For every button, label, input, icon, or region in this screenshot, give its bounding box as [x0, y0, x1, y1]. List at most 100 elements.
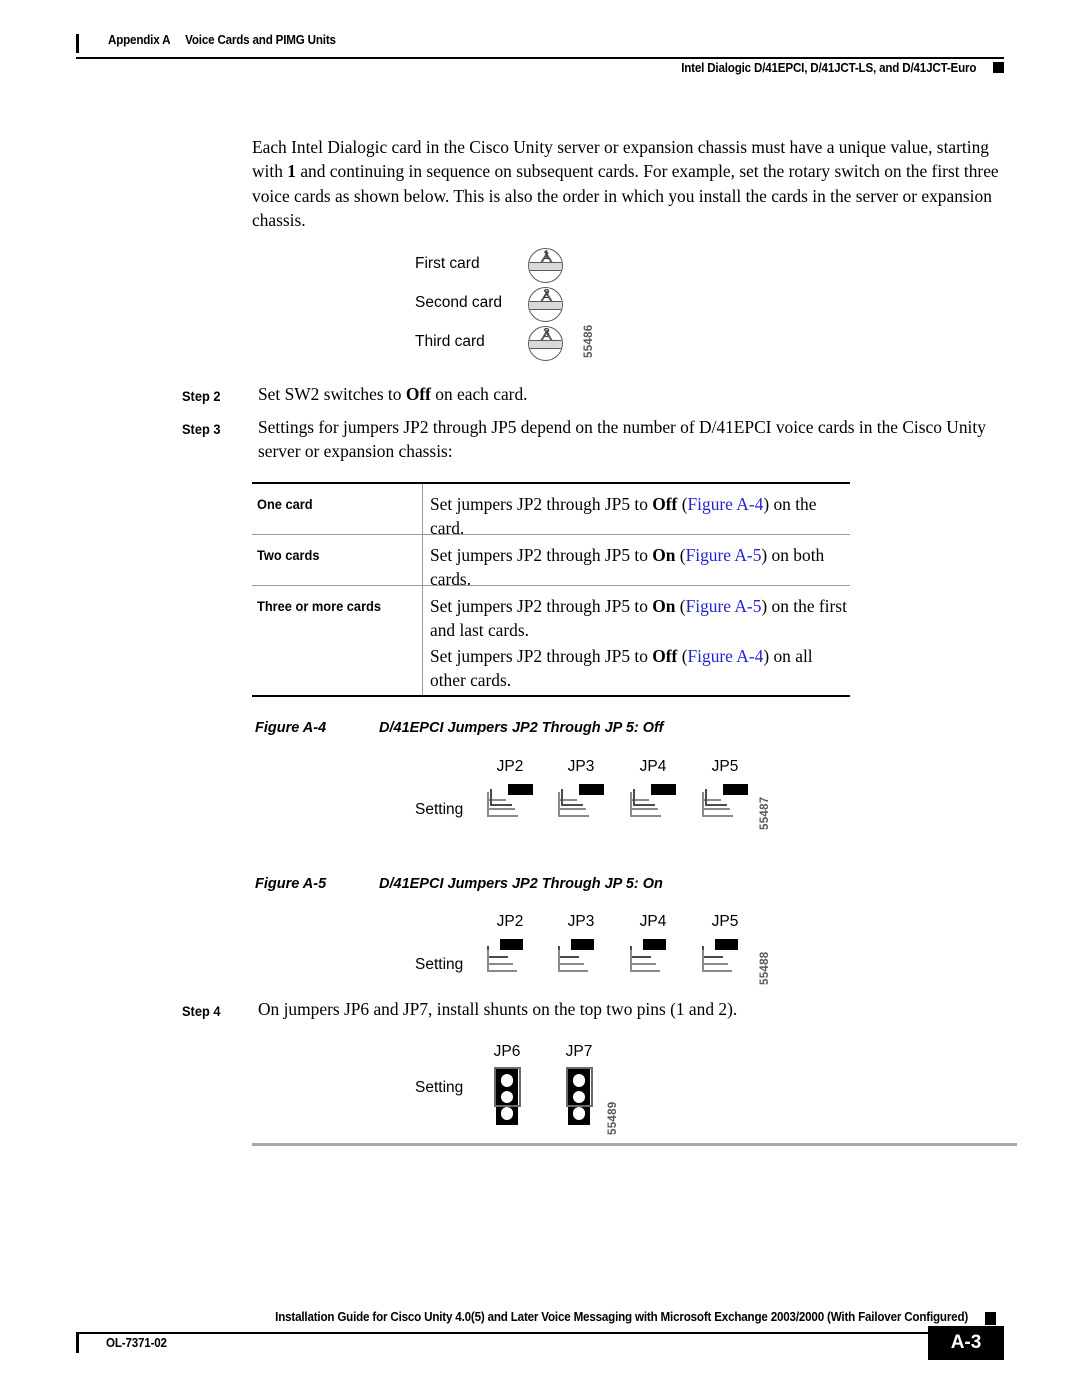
footer-document-id: OL-7371-02 [106, 1336, 167, 1350]
page-header: Appendix A Voice Cards and PIMG Units Int… [76, 33, 1004, 83]
table-row-term: Three or more cards [257, 599, 382, 614]
rotary-label-first: First card [415, 255, 480, 272]
table-row-term: One card [257, 497, 313, 512]
desc-bold: Off [652, 494, 678, 514]
pin-3-icon [572, 1107, 586, 1120]
rotary-digit-third: 3 [543, 326, 550, 340]
step-3-number: Step 3 [182, 422, 221, 437]
table-row: Two cards Set jumpers JP2 through JP5 to… [252, 535, 850, 589]
footer-rule [76, 1332, 1004, 1334]
rotary-band-icon [529, 301, 562, 310]
desc-pre: Set jumpers JP2 through JP5 to [430, 494, 653, 514]
footer-page-number: A-3 [928, 1326, 1004, 1360]
figure-a5-graphic: Setting JP2 JP3 JP4 JP5 55488 [415, 913, 795, 993]
jumper-label-jp2: JP2 [496, 758, 524, 775]
rotary-dial-icon: 3 [528, 326, 563, 361]
rotary-dial-icon: 2 [528, 287, 563, 322]
desc-bold: Off [652, 646, 678, 666]
figure-a5-title: D/41EPCI Jumpers JP2 Through JP 5: On [379, 876, 663, 892]
footer-square-marker [985, 1312, 996, 1325]
desc-bold: On [652, 596, 676, 616]
rotary-row-second: Second card 2 [415, 287, 615, 325]
desc-mid: ( [675, 545, 686, 565]
step-4-body: On jumpers JP6 and JP7, install shunts o… [258, 999, 738, 1019]
desc-mid: ( [677, 494, 688, 514]
jumper-label-jp4: JP4 [639, 758, 667, 775]
jumper-label-jp5: JP5 [711, 758, 739, 775]
step-2-text-2: on each card. [430, 384, 528, 404]
jumper-glyph-on-icon [702, 939, 748, 975]
jumper-label-jp3: JP3 [567, 913, 595, 930]
jumper-glyph-off-icon [487, 784, 533, 820]
content-bottom-rule [252, 1143, 1017, 1146]
rotary-switch-second: 2 [528, 287, 567, 325]
rotary-switch-first: 1 [528, 248, 567, 286]
rotary-label-third: Third card [415, 333, 485, 350]
header-section-label: Voice Cards and PIMG Units [185, 33, 336, 47]
figure-cross-reference-link[interactable]: Figure A-4 [688, 494, 764, 514]
rotary-label-second: Second card [415, 294, 503, 311]
rotary-dial-icon: 1 [528, 248, 563, 283]
jumper-label-jp6: JP6 [493, 1043, 521, 1060]
step-2-bold: Off [405, 384, 431, 404]
intro-text-2: and continuing in sequence on subsequent… [252, 161, 999, 231]
jumper-label-jp4: JP4 [639, 913, 667, 930]
rotary-band-icon [529, 340, 562, 349]
header-square-marker [993, 62, 1004, 73]
header-appendix-label: Appendix A [108, 33, 171, 47]
jumper-glyph-on-icon [487, 939, 533, 975]
table-bottom-rule [252, 695, 850, 698]
jumper-glyph-on-icon [630, 939, 676, 975]
figure-cross-reference-link[interactable]: Figure A-5 [686, 545, 762, 565]
desc-pre: Set jumpers JP2 through JP5 to [430, 545, 653, 565]
figure-cross-reference-link[interactable]: Figure A-5 [686, 596, 762, 616]
shunt-overlay-icon [565, 1067, 593, 1107]
figure-cross-reference-link[interactable]: Figure A-4 [688, 646, 764, 666]
table-row-description: Set jumpers JP2 through JP5 to Off (Figu… [430, 644, 850, 693]
desc-pre: Set jumpers JP2 through JP5 to [430, 596, 653, 616]
rotary-switch-figure: First card 1 Second card 2 Third card 3 … [415, 248, 615, 366]
step-2-number: Step 2 [182, 389, 221, 404]
rotary-switch-third: 3 [528, 326, 567, 364]
jumper-label-jp3: JP3 [567, 758, 595, 775]
figure-a4-number: Figure A-4 [255, 720, 327, 736]
figure-a4-title: D/41EPCI Jumpers JP2 Through JP 5: Off [379, 720, 664, 736]
step-2-body: Set SW2 switches to Off on each card. [258, 382, 528, 406]
rotary-band-icon [529, 262, 562, 271]
jumper-glyph-off-icon [558, 784, 604, 820]
desc-mid: ( [677, 646, 688, 666]
step-3-body: Settings for jumpers JP2 through JP5 dep… [258, 417, 986, 462]
figure-id-55486: 55486 [583, 324, 595, 358]
desc-bold: On [652, 545, 676, 565]
jumper-glyph-off-icon [702, 784, 748, 820]
intro-paragraph: Each Intel Dialogic card in the Cisco Un… [252, 135, 1017, 233]
document-page: Appendix A Voice Cards and PIMG Units Int… [0, 0, 1080, 1397]
jumper-glyph-off-icon [630, 784, 676, 820]
jumper-glyph-on-icon [558, 939, 604, 975]
header-rule [76, 57, 1004, 59]
figure-a4-graphic: Setting JP2 JP3 JP4 JP5 55487 [415, 758, 795, 838]
intro-bold-value: 1 [287, 161, 296, 182]
figure-id-55488: 55488 [759, 951, 771, 985]
desc-mid: ( [675, 596, 686, 616]
table-row-description: Set jumpers JP2 through JP5 to On (Figur… [430, 594, 850, 643]
step-2-text-1: Set SW2 switches to [258, 384, 406, 404]
figure-jp67-setting-label: Setting [415, 1079, 464, 1096]
figure-a4-setting-label: Setting [415, 801, 464, 818]
jumper-label-jp7: JP7 [565, 1043, 593, 1060]
figure-a5-number: Figure A-5 [255, 876, 327, 892]
step-4-number: Step 4 [182, 1004, 221, 1019]
shunt-overlay-icon [493, 1067, 521, 1107]
header-topic: Intel Dialogic D/41EPCI, D/41JCT-LS, and… [680, 61, 976, 75]
table-row: One card Set jumpers JP2 through JP5 to … [252, 484, 850, 538]
footer-change-bar [76, 1334, 79, 1353]
figure-id-55489: 55489 [607, 1101, 619, 1135]
table-row: Three or more cards Set jumpers JP2 thro… [252, 586, 850, 695]
table-row-term: Two cards [257, 548, 320, 563]
figure-jp6-jp7-graphic: Setting JP6 JP7 55489 [415, 1043, 675, 1143]
figure-a5-setting-label: Setting [415, 956, 464, 973]
jumper-label-jp2: JP2 [496, 913, 524, 930]
header-appendix: Appendix A Voice Cards and PIMG Units [108, 33, 336, 47]
rotary-digit-second: 2 [543, 287, 550, 301]
pin-3-icon [500, 1107, 514, 1120]
